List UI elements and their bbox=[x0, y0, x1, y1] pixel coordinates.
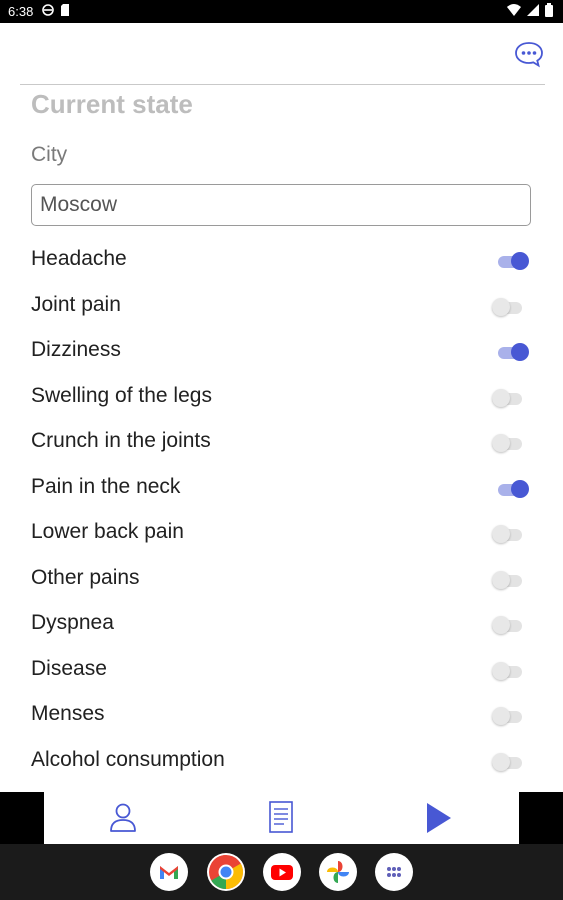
toggle-knob bbox=[492, 707, 510, 725]
toggle-knob bbox=[492, 661, 510, 680]
app-drawer-icon bbox=[375, 867, 413, 895]
symptom-row: Lower back pain bbox=[0, 510, 563, 556]
symptom-label: Joint pain bbox=[31, 292, 121, 316]
symptom-toggle[interactable] bbox=[492, 388, 532, 408]
toggle-knob bbox=[492, 752, 510, 771]
nav-notes-button[interactable] bbox=[261, 800, 301, 836]
header-divider bbox=[20, 84, 545, 85]
symptom-label: Headache bbox=[31, 247, 127, 270]
city-input[interactable] bbox=[31, 184, 531, 226]
symptom-row: Menses bbox=[0, 692, 563, 738]
symptom-label: Dyspnea bbox=[31, 611, 114, 634]
person-icon bbox=[103, 803, 143, 840]
symptom-toggle[interactable] bbox=[492, 752, 532, 772]
play-icon bbox=[419, 803, 459, 840]
symptom-label: Swelling of the legs bbox=[31, 383, 212, 407]
wifi-icon bbox=[507, 4, 521, 19]
page-title: Current state bbox=[31, 89, 193, 119]
signal-icon bbox=[527, 4, 539, 19]
youtube-icon bbox=[263, 865, 301, 895]
symptom-toggle[interactable] bbox=[492, 615, 532, 635]
toggle-knob bbox=[492, 570, 510, 589]
chrome-icon bbox=[207, 855, 245, 895]
city-label: City bbox=[31, 143, 68, 166]
symptom-toggle[interactable] bbox=[492, 297, 532, 317]
youtube-app-button[interactable] bbox=[263, 853, 301, 891]
battery-icon bbox=[545, 3, 553, 20]
chat-bubble-icon bbox=[513, 42, 545, 72]
chat-button[interactable] bbox=[513, 40, 545, 68]
status-bar: 6:38 bbox=[0, 0, 563, 23]
system-dock bbox=[0, 844, 563, 900]
symptom-row: Headache bbox=[0, 237, 563, 283]
toggle-knob bbox=[492, 616, 510, 634]
symptom-label: Alcohol consumption bbox=[31, 747, 225, 771]
symptom-label: Dizziness bbox=[31, 338, 121, 361]
symptom-toggle[interactable] bbox=[492, 570, 532, 590]
symptom-label: Menses bbox=[31, 702, 105, 725]
toggle-knob bbox=[492, 434, 510, 452]
symptom-label: Crunch in the joints bbox=[31, 429, 211, 452]
toggle-knob bbox=[511, 479, 529, 498]
symptom-toggle[interactable] bbox=[492, 479, 532, 499]
document-icon bbox=[261, 801, 301, 840]
symptom-row: Alcohol consumption bbox=[0, 738, 563, 784]
symptom-row: Disease bbox=[0, 647, 563, 693]
symptom-label: Other pains bbox=[31, 565, 140, 589]
gmail-icon bbox=[150, 866, 188, 895]
storage-icon bbox=[60, 4, 70, 19]
symptom-row: Other pains bbox=[0, 556, 563, 602]
symptom-label: Pain in the neck bbox=[31, 474, 181, 498]
toggle-knob bbox=[511, 343, 529, 361]
nav-play-button[interactable] bbox=[419, 800, 459, 836]
symptom-row: Swelling of the legs bbox=[0, 374, 563, 420]
app-drawer-button[interactable] bbox=[375, 853, 413, 891]
symptom-toggle[interactable] bbox=[492, 433, 532, 453]
symptom-toggle[interactable] bbox=[492, 524, 532, 544]
gmail-app-button[interactable] bbox=[150, 853, 188, 891]
symptom-label: Disease bbox=[31, 656, 107, 680]
symptom-row: Pain in the neck bbox=[0, 465, 563, 511]
symptom-row: Crunch in the joints bbox=[0, 419, 563, 465]
chrome-app-button[interactable] bbox=[207, 853, 245, 891]
symptom-row: Joint pain bbox=[0, 283, 563, 329]
symptom-toggle[interactable] bbox=[492, 251, 532, 271]
toggle-knob bbox=[492, 297, 510, 316]
toggle-knob bbox=[511, 252, 529, 270]
bottom-nav bbox=[44, 792, 519, 844]
bottom-nav-container bbox=[0, 792, 563, 844]
vpn-key-icon bbox=[42, 4, 54, 19]
photos-icon bbox=[319, 861, 357, 895]
toggle-knob bbox=[492, 525, 510, 543]
symptom-row: Dizziness bbox=[0, 328, 563, 374]
status-time: 6:38 bbox=[8, 4, 34, 19]
toggle-knob bbox=[492, 388, 510, 407]
symptom-toggle[interactable] bbox=[492, 706, 532, 726]
symptom-list: Headache Joint pain Dizziness Swelling o… bbox=[0, 237, 563, 783]
symptom-toggle[interactable] bbox=[492, 661, 532, 681]
photos-app-button[interactable] bbox=[319, 853, 357, 891]
symptom-row: Dyspnea bbox=[0, 601, 563, 647]
symptom-toggle[interactable] bbox=[492, 342, 532, 362]
nav-profile-button[interactable] bbox=[103, 800, 143, 836]
symptom-label: Lower back pain bbox=[31, 520, 184, 543]
